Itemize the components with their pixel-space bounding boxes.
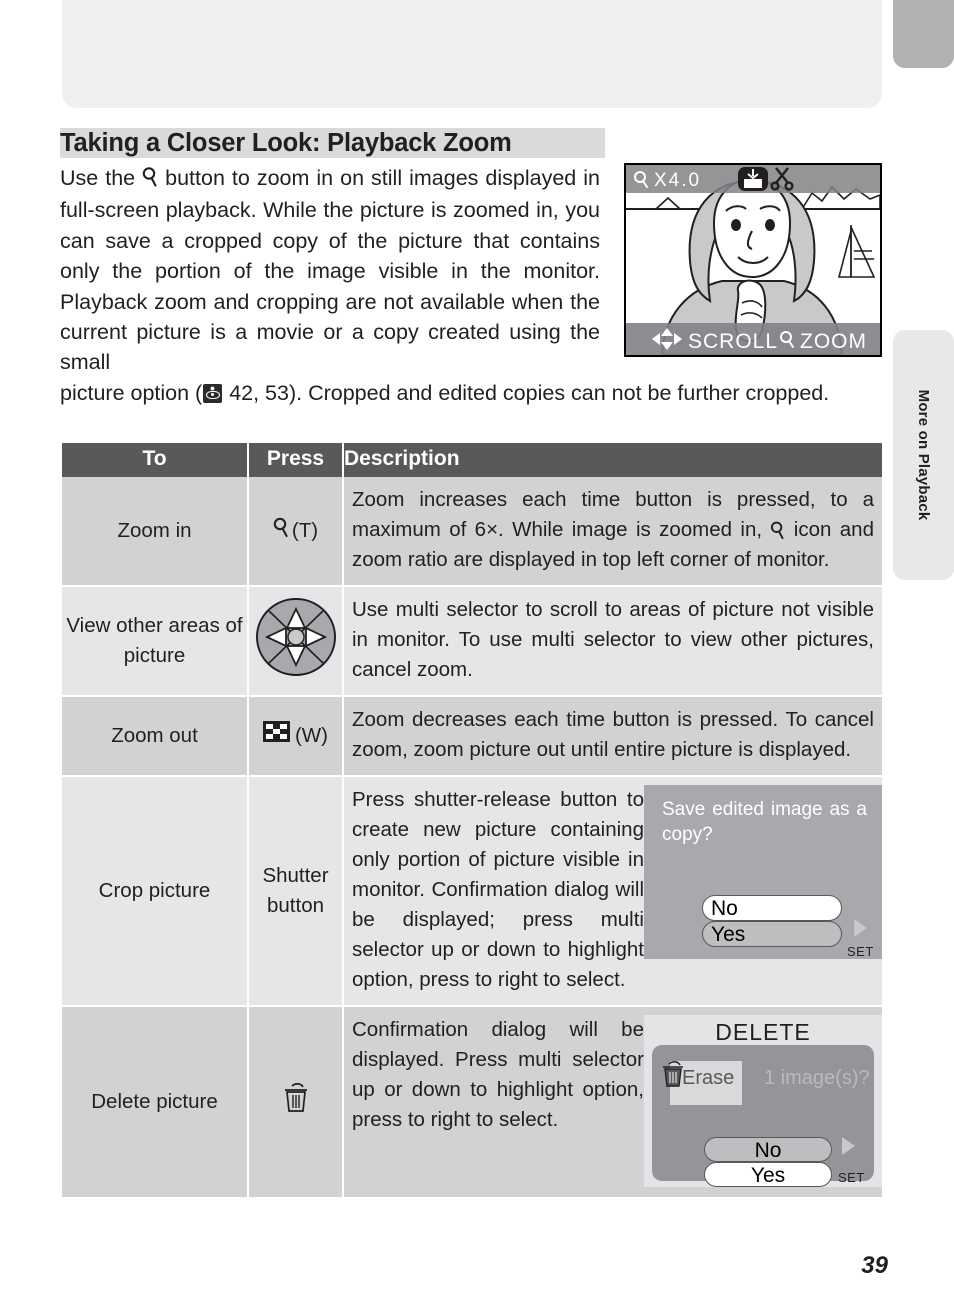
row-description-zoom-out: Zoom decreases each time button is press…	[343, 696, 882, 777]
press-control-zoom-out: (W)	[248, 696, 344, 777]
trash-can-icon	[662, 1061, 684, 1098]
save-dialog-set-label: SET	[847, 944, 874, 959]
delete-description-text: Confirmation dialog will be displayed. P…	[352, 1018, 644, 1131]
table-header-row: To Press Description	[62, 443, 882, 477]
multi-selector-icon	[255, 597, 337, 682]
press-control-zoom-in: (T)	[248, 477, 344, 587]
delete-dialog-figure: DELETE Erase 1 image(s)? No Yes SET	[644, 1015, 882, 1187]
table-row: Delete picture Confirmation dialog will …	[62, 1006, 882, 1199]
svg-text:X4.0: X4.0	[654, 170, 701, 191]
chapter-tab-more-on-playback: More on Playback	[893, 330, 954, 580]
row-description-view-other-areas: Use multi selector to scroll to areas of…	[343, 586, 882, 697]
delete-dialog-option-yes[interactable]: Yes	[704, 1162, 832, 1187]
table-row: Crop picture Shutter button Press shutte…	[62, 776, 882, 1007]
row-label-view-other-areas: View other areas of picture	[62, 586, 249, 697]
magnifier-icon	[142, 165, 158, 195]
trash-can-icon	[283, 1082, 309, 1119]
row-description-zoom-in: Zoom increases each time button is press…	[343, 477, 882, 587]
page-header-band	[62, 0, 882, 108]
row-label-delete-picture: Delete picture	[62, 1006, 249, 1199]
magnifier-icon	[770, 518, 785, 541]
row-description-delete-picture: Confirmation dialog will be displayed. P…	[343, 1006, 882, 1199]
right-triangle-icon	[854, 919, 867, 937]
row-label-zoom-out: Zoom out	[62, 696, 249, 777]
delete-dialog-title: DELETE	[715, 1019, 811, 1045]
svg-text:SCROLL: SCROLL	[688, 330, 778, 353]
press-label-T: (T)	[291, 519, 319, 542]
row-description-crop-picture: Press shutter-release button to create n…	[343, 776, 882, 1007]
column-header-description: Description	[343, 443, 882, 477]
intro-text-b: button to zoom in on still images displa…	[60, 166, 600, 375]
intro-text-d: 42, 53). Cropped and edited copies can n…	[223, 380, 830, 405]
save-dialog-option-no[interactable]: No	[702, 895, 842, 921]
intro-col-full: picture option ( 42, 53). Cropped and ed…	[60, 378, 882, 408]
see-also-eye-icon	[203, 383, 223, 403]
page-title: Taking a Closer Look: Playback Zoom	[60, 128, 605, 158]
press-control-delete-button	[248, 1006, 344, 1199]
chapter-tab-dark	[893, 0, 954, 68]
press-control-multi-selector	[248, 586, 344, 697]
svg-text:ZOOM: ZOOM	[800, 330, 867, 353]
thumbnail-checkerboard-icon	[262, 721, 290, 751]
intro-text-c: picture option (	[60, 380, 203, 405]
save-copy-dialog-figure: Save edited image as a copy? No Yes SET	[644, 785, 882, 959]
delete-confirmation-dialog: DELETE Erase 1 image(s)? No Yes SET	[644, 1015, 882, 1187]
save-edited-image-dialog: Save edited image as a copy? No Yes SET	[644, 785, 882, 959]
camera-lcd-illustration: X4.0 SCROLL ZOOM	[624, 163, 882, 357]
column-header-to: To	[62, 443, 249, 477]
right-triangle-icon	[842, 1137, 855, 1155]
delete-dialog-erase-label: Erase	[682, 1067, 735, 1089]
chapter-tab-label: More on Playback	[915, 389, 932, 521]
delete-dialog-count-label: 1 image(s)?	[764, 1067, 870, 1089]
intro-text-a: Use the	[60, 166, 143, 190]
row-label-zoom-in: Zoom in	[62, 477, 249, 587]
crop-description-text: Press shutter-release button to create n…	[352, 788, 644, 991]
page-number: 39	[861, 1252, 888, 1279]
press-control-shutter-button: Shutter button	[248, 776, 344, 1007]
save-dialog-option-yes[interactable]: Yes	[702, 921, 842, 947]
press-label-W: (W)	[294, 724, 328, 747]
table-row: Zoom out (W) Zoom decreases each time bu…	[62, 696, 882, 777]
table-row: View other areas of picture Use multi se…	[62, 586, 882, 697]
magnifier-icon	[273, 516, 289, 547]
save-dialog-message: Save edited image as a copy?	[662, 799, 867, 845]
delete-dialog-set-label: SET	[838, 1170, 865, 1185]
row-label-crop-picture: Crop picture	[62, 776, 249, 1007]
column-header-press: Press	[248, 443, 344, 477]
delete-dialog-body: Erase 1 image(s)? No Yes SET	[652, 1045, 874, 1187]
delete-dialog-option-no[interactable]: No	[704, 1137, 832, 1162]
playback-zoom-controls-table: To Press Description Zoom in (T) Zoom in…	[62, 443, 882, 1199]
table-row: Zoom in (T) Zoom increases each time but…	[62, 477, 882, 587]
intro-col-left: Use the button to zoom in on still image…	[60, 163, 600, 378]
